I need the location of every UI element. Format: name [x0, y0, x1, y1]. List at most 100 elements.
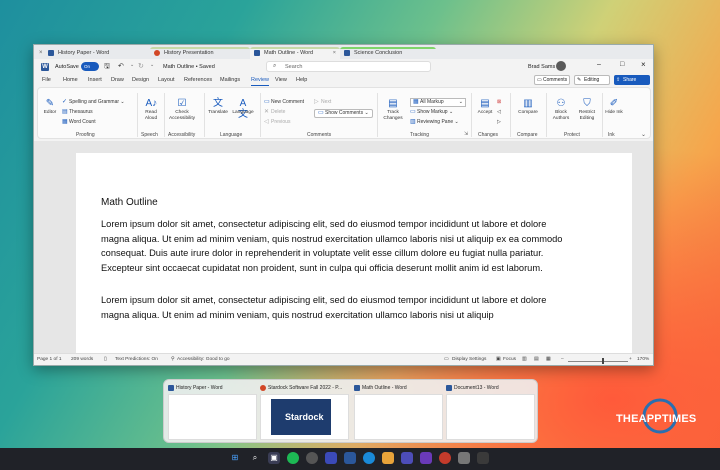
- hide-ink-button[interactable]: ✐ Hide Ink: [604, 98, 624, 116]
- tab-layout[interactable]: Layout: [158, 75, 175, 86]
- document-page[interactable]: Math Outline Lorem ipsum dolor sit amet,…: [76, 153, 632, 353]
- share-button[interactable]: ⇪ Share: [614, 75, 650, 85]
- search-icon[interactable]: ⌕: [249, 452, 261, 464]
- new-comment-button[interactable]: ▭New Comment: [264, 99, 304, 106]
- user-name[interactable]: Brad Sams: [528, 64, 555, 70]
- thumbnail-history-paper[interactable]: History Paper - Word: [168, 384, 257, 440]
- proofing-icon[interactable]: ▯: [104, 357, 107, 362]
- previous-comment-button[interactable]: ◁ Previous: [264, 119, 290, 126]
- check-accessibility-button[interactable]: ☑ Check Accessibility: [167, 98, 197, 121]
- reviewing-pane-button[interactable]: ▥Reviewing Pane ⌄: [410, 119, 459, 126]
- word-count[interactable]: 209 words: [71, 357, 93, 362]
- markup-select[interactable]: ▦All Markup ⌄: [410, 98, 466, 107]
- zoom-slider[interactable]: [568, 361, 628, 362]
- chevron-down-icon[interactable]: ⌄: [641, 131, 646, 138]
- block-authors-icon: ⚇: [556, 98, 566, 109]
- word-count-button[interactable]: ▦Word Count: [62, 119, 96, 126]
- close-icon[interactable]: ×: [333, 47, 336, 59]
- zoom-slider-handle[interactable]: [602, 358, 604, 364]
- tab-math-outline[interactable]: Math Outline - Word ×: [250, 47, 340, 59]
- spelling-button[interactable]: ✓ Spelling and Grammar ⌄: [62, 99, 125, 106]
- app-icon[interactable]: [477, 452, 489, 464]
- tab-review[interactable]: Review: [251, 75, 270, 86]
- previous-change-icon[interactable]: ◁: [497, 109, 501, 116]
- redo-icon[interactable]: ↻: [138, 62, 144, 70]
- close-icon[interactable]: ×: [641, 60, 646, 69]
- display-settings-button[interactable]: Display Settings: [452, 357, 486, 362]
- close-icon[interactable]: ×: [39, 47, 43, 59]
- app-icon[interactable]: [401, 452, 413, 464]
- chevron-down-icon[interactable]: ⌄: [130, 62, 134, 68]
- translate-button[interactable]: 文 Translate: [206, 98, 230, 116]
- zoom-out-icon[interactable]: –: [561, 357, 564, 362]
- search-box[interactable]: ⌕ Search: [266, 61, 431, 72]
- word-icon[interactable]: [344, 452, 356, 464]
- print-layout-icon[interactable]: ▤: [534, 357, 539, 362]
- editing-button[interactable]: ✎ Editing: [574, 75, 610, 85]
- tab-history-paper[interactable]: × History Paper - Word: [36, 47, 128, 59]
- accessibility-status[interactable]: Accessibility: Good to go: [177, 357, 230, 362]
- page-count[interactable]: Page 1 of 1: [37, 357, 62, 362]
- save-icon[interactable]: 🖫: [104, 62, 110, 73]
- tab-home[interactable]: Home: [63, 75, 78, 86]
- new-comment-icon: ▭: [264, 99, 270, 105]
- thumbnail-math-outline[interactable]: Math Outline - Word: [354, 384, 443, 440]
- thumbnail-document13[interactable]: Document13 - Word: [446, 384, 535, 440]
- tab-history-presentation[interactable]: History Presentation: [150, 47, 250, 59]
- avatar[interactable]: [556, 61, 566, 71]
- tab-draw[interactable]: Draw: [111, 75, 124, 86]
- spelling-label: Spelling and Grammar: [69, 99, 120, 105]
- app-icon[interactable]: [420, 452, 432, 464]
- show-markup-button[interactable]: ▭Show Markup ⌄: [410, 109, 453, 116]
- dialog-launcher-icon[interactable]: ⇲: [464, 131, 468, 137]
- edge-icon[interactable]: [363, 452, 375, 464]
- tab-design[interactable]: Design: [132, 75, 149, 86]
- read-mode-icon[interactable]: ▥: [522, 357, 527, 362]
- next-comment-button[interactable]: ▷ Next: [314, 99, 331, 106]
- tab-help[interactable]: Help: [296, 75, 307, 86]
- next-change-icon[interactable]: ▷: [497, 119, 501, 126]
- app-icon[interactable]: [458, 452, 470, 464]
- tab-file[interactable]: File: [42, 75, 51, 86]
- track-changes-button[interactable]: ▤ Track Changes: [380, 98, 406, 121]
- comments-button[interactable]: ▭ Comments: [534, 75, 570, 85]
- accept-button[interactable]: ▤ Accept: [474, 98, 496, 116]
- minimize-icon[interactable]: –: [597, 61, 601, 68]
- powerpoint-icon[interactable]: [439, 452, 451, 464]
- document-title[interactable]: Math Outline • Saved: [163, 64, 215, 70]
- thumbnail-stardock[interactable]: Stardock Software Fall 2022 - P... Stard…: [260, 384, 349, 440]
- tab-mailings[interactable]: Mailings: [220, 75, 240, 86]
- spotify-icon[interactable]: [287, 452, 299, 464]
- maximize-icon[interactable]: □: [620, 61, 624, 68]
- start-icon[interactable]: ⊞: [229, 452, 241, 464]
- task-view-icon[interactable]: ▣: [268, 452, 280, 464]
- document-heading: Math Outline: [101, 197, 158, 208]
- block-authors-button[interactable]: ⚇ Block Authors: [548, 98, 574, 121]
- file-explorer-icon[interactable]: [382, 452, 394, 464]
- compare-button[interactable]: ▥ Compare: [514, 98, 542, 116]
- reject-icon[interactable]: ⊠: [497, 99, 501, 106]
- editor-button[interactable]: ✎ Editor: [40, 98, 60, 116]
- show-comments-button[interactable]: ▭Show Comments ⌄: [314, 109, 373, 118]
- language-button[interactable]: A文 Language: [230, 98, 256, 120]
- tab-references[interactable]: References: [184, 75, 212, 86]
- tab-insert[interactable]: Insert: [88, 75, 102, 86]
- tab-science-conclusion[interactable]: Science Conclusion: [340, 47, 436, 59]
- thesaurus-button[interactable]: ▤Thesaurus: [62, 109, 93, 116]
- web-layout-icon[interactable]: ▦: [546, 357, 551, 362]
- tab-view[interactable]: View: [275, 75, 287, 86]
- delete-comment-button[interactable]: ✕ Delete: [264, 109, 285, 116]
- powerpoint-icon: [260, 385, 266, 391]
- zoom-level[interactable]: 170%: [637, 357, 649, 362]
- app-icon[interactable]: [325, 452, 337, 464]
- undo-icon[interactable]: ↶: [118, 62, 124, 70]
- app-icon[interactable]: [306, 452, 318, 464]
- restrict-editing-button[interactable]: ⛉ Restrict Editing: [574, 98, 600, 121]
- text-predictions-status[interactable]: Text Predictions: On: [115, 357, 158, 362]
- autosave-toggle[interactable]: On: [81, 62, 99, 71]
- read-aloud-button[interactable]: A♪ Read Aloud: [140, 98, 162, 121]
- chevron-down-icon[interactable]: ⌄: [150, 62, 154, 68]
- zoom-in-icon[interactable]: +: [629, 357, 632, 362]
- word-logo-icon: W: [41, 63, 49, 71]
- focus-button[interactable]: Focus: [503, 357, 516, 362]
